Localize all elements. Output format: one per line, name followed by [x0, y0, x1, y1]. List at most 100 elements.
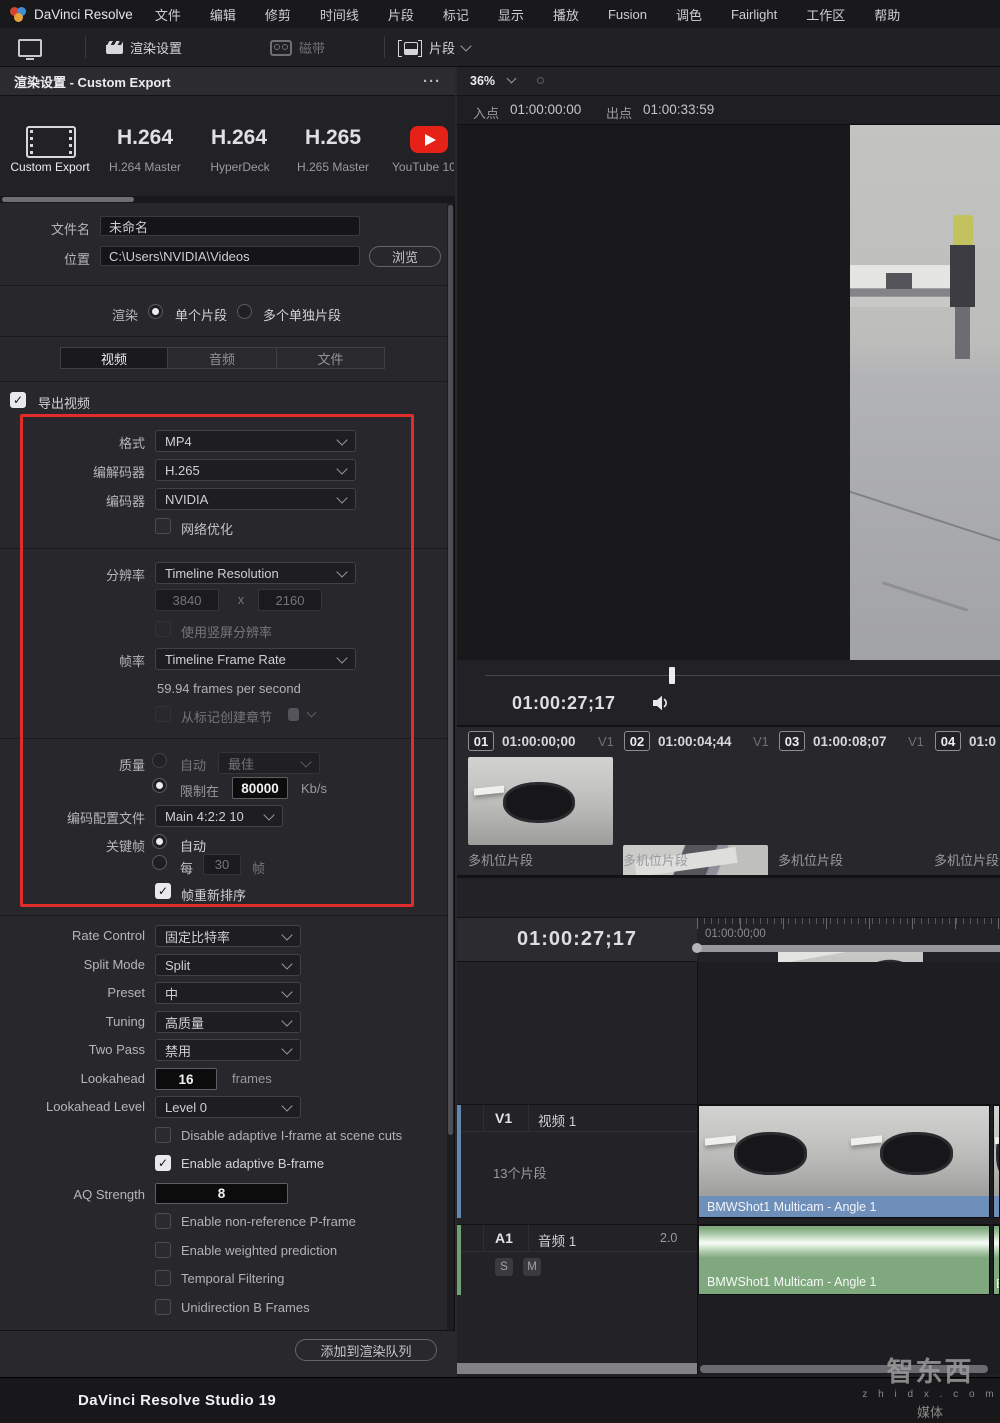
track-header-scrollbar[interactable] — [457, 1363, 697, 1374]
render-single-radio[interactable] — [148, 304, 163, 319]
lookahead-level-dropdown[interactable]: Level 0 — [155, 1096, 301, 1118]
preset-hyperdeck-big[interactable]: H.264 — [210, 126, 268, 150]
preset-h265-master-label[interactable]: H.265 Master — [292, 160, 374, 174]
marker-color-icon[interactable] — [288, 708, 299, 721]
preset-h264-master-label[interactable]: H.264 Master — [104, 160, 186, 174]
menu-item-file[interactable]: 文件 — [155, 5, 181, 24]
temporal-filtering-checkbox[interactable] — [155, 1270, 171, 1286]
a1-timeline-clip-next[interactable]: B — [993, 1225, 1000, 1295]
network-optimization-checkbox[interactable] — [155, 518, 171, 534]
menu-item-mark[interactable]: 标记 — [443, 5, 469, 24]
panel-options-button[interactable]: ··· — [423, 73, 441, 90]
add-to-render-queue-button[interactable]: 添加到渲染队列 — [295, 1339, 437, 1361]
enable-weighted-prediction-checkbox[interactable] — [155, 1242, 171, 1258]
location-input[interactable]: C:\Users\NVIDIA\Videos — [100, 246, 360, 266]
viewer-zoom-dropdown[interactable]: 36% — [470, 74, 495, 88]
preset-custom-export[interactable] — [26, 126, 76, 158]
filename-input[interactable]: 未命名 — [100, 216, 360, 236]
tab-audio[interactable]: 音频 — [167, 347, 277, 369]
bitrate-input[interactable]: 80000 — [232, 777, 288, 799]
frame-reordering-checkbox[interactable] — [155, 883, 171, 899]
split-mode-dropdown[interactable]: Split — [155, 954, 301, 976]
scrub-playhead[interactable] — [669, 667, 675, 684]
quality-restrict-radio[interactable] — [152, 778, 167, 793]
v1-track-id[interactable]: V1 — [495, 1110, 512, 1126]
v1-timeline-clip-next[interactable]: B — [993, 1105, 1000, 1218]
encoding-profile-dropdown[interactable]: Main 4:2:2 10 — [155, 805, 283, 827]
mute-button[interactable]: M — [523, 1258, 541, 1276]
tab-video[interactable]: 视频 — [60, 347, 168, 369]
quality-best-dropdown[interactable]: 最佳 — [218, 752, 320, 774]
clip-thumbnail[interactable] — [468, 757, 613, 845]
menu-item-clip[interactable]: 片段 — [388, 5, 414, 24]
render-settings-button[interactable]: 渲染设置 — [106, 28, 182, 67]
menu-item-fusion[interactable]: Fusion — [608, 7, 647, 22]
preset-dropdown[interactable]: 中 — [155, 982, 301, 1004]
menu-item-trim[interactable]: 修剪 — [265, 5, 291, 24]
tab-file[interactable]: 文件 — [276, 347, 385, 369]
menu-item-view[interactable]: 显示 — [498, 5, 524, 24]
preset-hyperdeck-label[interactable]: HyperDeck — [204, 160, 276, 174]
v1-track-name[interactable]: 视频 1 — [538, 1110, 576, 1130]
aq-strength-input[interactable]: 8 — [155, 1183, 288, 1204]
menu-item-timeline[interactable]: 时间线 — [320, 5, 359, 24]
a1-timeline-clip[interactable]: BMWShot1 Multicam - Angle 1 — [698, 1225, 990, 1295]
menu-item-workspace[interactable]: 工作区 — [806, 5, 845, 24]
chapters-from-markers-checkbox[interactable] — [155, 706, 171, 722]
unidirection-bframes-checkbox[interactable] — [155, 1299, 171, 1315]
preset-custom-label[interactable]: Custom Export — [8, 160, 92, 174]
disable-adaptive-iframe-checkbox[interactable] — [155, 1127, 171, 1143]
a1-track-id[interactable]: A1 — [495, 1230, 513, 1246]
two-pass-dropdown[interactable]: 禁用 — [155, 1039, 301, 1061]
format-dropdown[interactable]: MP4 — [155, 430, 356, 452]
clip-number-badge[interactable]: 03 — [779, 731, 805, 751]
resolution-dropdown[interactable]: Timeline Resolution — [155, 562, 356, 584]
rate-control-dropdown[interactable]: 固定比特率 — [155, 925, 301, 947]
clip-view-button[interactable]: 片段 — [398, 28, 470, 67]
v1-timeline-clip[interactable]: BMWShot1 Multicam - Angle 1 — [698, 1105, 990, 1218]
preset-scrollbar-thumb[interactable] — [2, 197, 134, 202]
clip-number-badge[interactable]: 04 — [935, 731, 961, 751]
menu-item-help[interactable]: 帮助 — [874, 5, 900, 24]
menu-item-edit[interactable]: 编辑 — [210, 5, 236, 24]
solo-button[interactable]: S — [495, 1258, 513, 1276]
vertical-resolution-checkbox[interactable] — [155, 621, 171, 637]
quality-auto-radio[interactable] — [152, 753, 167, 768]
scrub-bar[interactable] — [485, 675, 1000, 676]
keyframes-interval-input[interactable]: 30 — [203, 854, 241, 875]
clip-number-badge[interactable]: 01 — [468, 731, 494, 751]
menu-item-fairlight[interactable]: Fairlight — [731, 7, 777, 22]
export-video-checkbox[interactable] — [10, 392, 26, 408]
enable-nonref-pframe-checkbox[interactable] — [155, 1213, 171, 1229]
resolution-width-input[interactable]: 3840 — [155, 589, 219, 611]
tuning-value: 高质量 — [165, 1013, 204, 1032]
keyframes-auto-radio[interactable] — [152, 834, 167, 849]
resolution-height-input[interactable]: 2160 — [258, 589, 322, 611]
tuning-dropdown[interactable]: 高质量 — [155, 1011, 301, 1033]
a1-track-name[interactable]: 音频 1 — [538, 1230, 576, 1250]
clip-number-badge[interactable]: 02 — [624, 731, 650, 751]
browse-button[interactable]: 浏览 — [369, 246, 441, 267]
enable-adaptive-bframe-checkbox[interactable] — [155, 1155, 171, 1171]
preset-youtube[interactable] — [410, 126, 448, 153]
preset-h264-master-big[interactable]: H.264 — [116, 126, 174, 150]
menu-item-color[interactable]: 调色 — [676, 5, 702, 24]
timeline-zoom-band[interactable] — [697, 945, 1000, 952]
render-individual-label[interactable]: 多个单独片段 — [263, 305, 341, 324]
codec-dropdown[interactable]: H.265 — [155, 459, 356, 481]
preset-h265-master-big[interactable]: H.265 — [304, 126, 362, 150]
render-single-label[interactable]: 单个片段 — [175, 305, 227, 324]
clean-feed-button[interactable] — [18, 28, 42, 67]
render-individual-radio[interactable] — [237, 304, 252, 319]
menu-item-playback[interactable]: 播放 — [553, 5, 579, 24]
panel-scrollbar-thumb[interactable] — [448, 205, 453, 1135]
timeline-zoom-handle[interactable] — [692, 943, 702, 953]
framerate-dropdown[interactable]: Timeline Frame Rate — [155, 648, 356, 670]
preset-youtube-label[interactable]: YouTube 108 — [392, 160, 454, 174]
lookahead-input[interactable]: 16 — [155, 1068, 217, 1090]
tape-button[interactable]: 磁带 — [270, 28, 325, 67]
menu-app-name[interactable]: DaVinci Resolve — [34, 7, 133, 22]
speaker-icon[interactable] — [652, 695, 671, 711]
keyframes-every-radio[interactable] — [152, 855, 167, 870]
encoder-dropdown[interactable]: NVIDIA — [155, 488, 356, 510]
